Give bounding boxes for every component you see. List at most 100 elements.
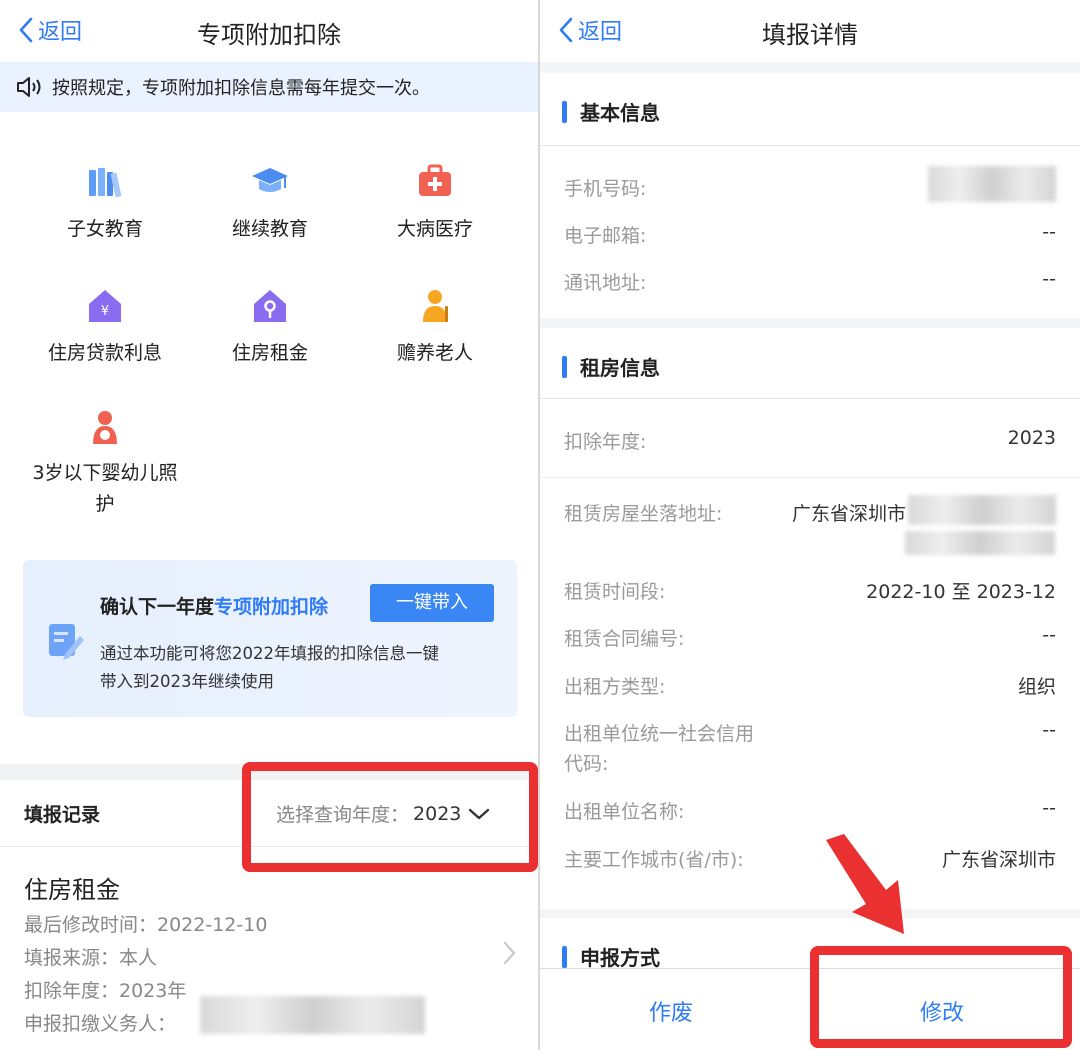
section-header-rent: 租房信息	[540, 328, 1080, 406]
notice-text: 按照规定，专项附加扣除信息需每年提交一次。	[52, 78, 430, 99]
category-elderly-support[interactable]: 赡养老人	[345, 286, 525, 369]
category-label: 子女教育	[66, 218, 143, 240]
lessor-type-label: 出租方类型:	[564, 676, 666, 698]
redacted-withholder	[200, 996, 425, 1034]
lessor-name-label: 出租单位名称:	[564, 801, 685, 823]
category-label: 住房租金	[231, 342, 308, 364]
nav-bar: 返回 专项附加扣除	[0, 0, 538, 62]
deduction-year-value: 2023	[1007, 427, 1056, 449]
books-icon	[89, 168, 122, 198]
redacted-address-2	[905, 531, 1055, 555]
category-serious-illness[interactable]: 大病医疗	[345, 162, 525, 245]
category-children-education[interactable]: 子女教育	[15, 162, 195, 245]
edit-document-icon	[49, 624, 84, 660]
lease-period-label: 租赁时间段:	[564, 581, 666, 603]
section-accent-bar	[562, 946, 567, 968]
lease-period-value: 2022-10 至 2023-12	[866, 581, 1056, 603]
credit-code-label-line1: 出租单位统一社会信用	[564, 723, 755, 745]
section-title: 基本信息	[580, 101, 660, 125]
location-label: 租赁房屋坐落地址:	[564, 503, 723, 525]
notice-bar: 按照规定，专项附加扣除信息需每年提交一次。	[0, 62, 538, 112]
credit-code-label: 出租单位统一社会信用 代码:	[564, 719, 1056, 779]
card-desc-line2: 带入到2023年继续使用	[100, 672, 274, 691]
page-title: 填报详情	[762, 21, 858, 49]
address-row: 通讯地址: --	[564, 268, 1056, 295]
lease-period-row: 租赁时间段: 2022-10 至 2023-12	[564, 577, 1056, 604]
card-desc-line1: 通过本功能可将您2022年填报的扣除信息一键	[100, 644, 439, 663]
category-label: 大病医疗	[396, 218, 473, 240]
email-row: 电子邮箱: --	[564, 221, 1056, 248]
speaker-icon	[17, 77, 41, 97]
lessor-name-value: --	[1042, 797, 1056, 819]
graduation-cap-icon	[252, 168, 288, 192]
category-housing-rent[interactable]: 住房租金	[180, 286, 360, 369]
card-title-prefix: 确认下一年度	[100, 596, 215, 618]
page-title: 专项附加扣除	[197, 21, 341, 49]
mother-baby-icon	[93, 411, 117, 444]
house-key-icon	[254, 290, 286, 322]
record-year: 扣除年度：2023年	[24, 980, 187, 1002]
address-value: --	[1042, 268, 1056, 290]
category-continuing-education[interactable]: 继续教育	[180, 162, 360, 245]
nav-bar: 返回 填报详情	[540, 0, 1080, 62]
card-description: 通过本功能可将您2022年填报的扣除信息一键 带入到2023年继续使用	[100, 640, 500, 696]
carry-forward-card: 确认下一年度专项附加扣除 一键带入 通过本功能可将您2022年填报的扣除信息一键…	[23, 560, 517, 717]
record-modified: 最后修改时间：2022-12-10	[24, 914, 268, 936]
credit-code-label-line2: 代码:	[564, 753, 609, 775]
contract-label: 租赁合同编号:	[564, 628, 685, 650]
annotation-arrow-icon	[826, 834, 904, 934]
svg-text:¥: ¥	[101, 304, 109, 319]
row-divider	[540, 477, 1080, 478]
email-value: --	[1042, 221, 1056, 243]
credit-code-value: --	[1042, 719, 1056, 741]
category-label-line2: 护	[95, 493, 115, 515]
elderly-icon	[423, 290, 448, 322]
records-heading: 填报记录	[24, 804, 101, 826]
category-label-line1: 3岁以下婴幼儿照	[32, 462, 178, 484]
record-source: 填报来源：本人	[24, 947, 158, 969]
basic-info-body: 手机号码: 电子邮箱: -- 通讯地址: --	[540, 145, 1080, 318]
work-city-value: 广东省深圳市	[941, 849, 1056, 871]
credit-code-row: 出租单位统一社会信用 代码: --	[564, 719, 1056, 779]
section-accent-bar	[562, 101, 567, 123]
right-screen: 返回 填报详情 基本信息 手机号码: 电子邮箱: -- 通讯地址: -- 租房信…	[540, 0, 1080, 1050]
category-mortgage-interest[interactable]: ¥ 住房贷款利息	[15, 286, 195, 369]
lessor-type-value: 组织	[1017, 676, 1056, 698]
contract-value: --	[1042, 624, 1056, 646]
one-click-import-button[interactable]: 一键带入	[370, 584, 494, 622]
contract-row: 租赁合同编号: --	[564, 624, 1056, 651]
section-header-basic: 基本信息	[540, 73, 1080, 151]
void-button[interactable]: 作废	[649, 995, 693, 1027]
address-label: 通讯地址:	[564, 272, 647, 294]
category-infant-care[interactable]: 3岁以下婴幼儿照 护	[15, 408, 195, 520]
house-yuan-icon: ¥	[89, 290, 121, 322]
work-city-row: 主要工作城市(省/市): 广东省深圳市	[564, 845, 1056, 872]
phone-label: 手机号码:	[564, 178, 647, 200]
section-title: 申报方式	[580, 946, 660, 970]
work-city-label: 主要工作城市(省/市):	[564, 849, 744, 871]
record-withholder-label: 申报扣缴义务人：	[24, 1013, 177, 1035]
deduction-year-row: 扣除年度: 2023	[564, 427, 1056, 454]
highlight-box	[242, 762, 538, 872]
deduction-year-label: 扣除年度:	[564, 431, 647, 453]
section-accent-bar	[562, 356, 567, 378]
category-label: 赡养老人	[396, 342, 473, 364]
email-label: 电子邮箱:	[564, 225, 647, 247]
medical-kit-icon	[419, 164, 451, 196]
redacted-phone	[928, 166, 1056, 202]
lessor-name-row: 出租单位名称: --	[564, 797, 1056, 824]
card-title-highlight: 专项附加扣除	[214, 596, 329, 618]
rent-info-body: 扣除年度: 2023 租赁房屋坐落地址: 广东省深圳市 租赁时间段: 2022-…	[540, 398, 1080, 909]
location-value: 广东省深圳市	[792, 503, 907, 525]
category-label: 继续教育	[231, 218, 308, 240]
redacted-address	[908, 495, 1056, 525]
category-label: 3岁以下婴幼儿照 护	[15, 458, 195, 520]
lessor-type-row: 出租方类型: 组织	[564, 672, 1056, 699]
chevron-right-icon	[503, 941, 516, 965]
highlight-box	[810, 946, 1072, 1048]
card-title: 确认下一年度专项附加扣除	[100, 592, 328, 619]
record-title: 住房租金	[24, 876, 120, 904]
left-screen: 返回 专项附加扣除 按照规定，专项附加扣除信息需每年提交一次。 子女教育 继续教…	[0, 0, 538, 1050]
category-label: 住房贷款利息	[47, 342, 162, 364]
section-title: 租房信息	[580, 356, 660, 380]
